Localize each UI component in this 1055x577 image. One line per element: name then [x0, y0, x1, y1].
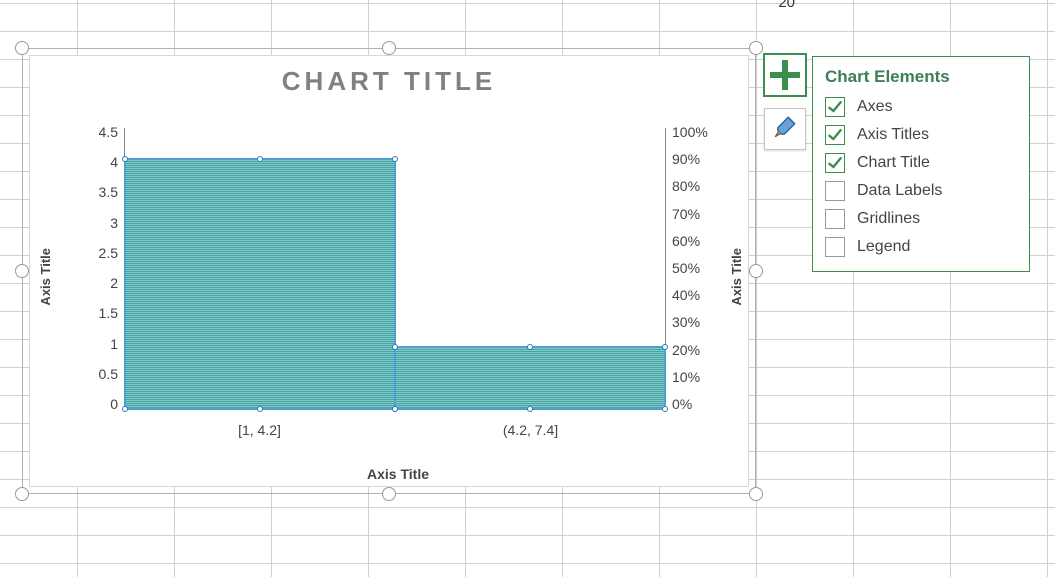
- tick-label: 1.5: [68, 305, 118, 321]
- chart-styles-button[interactable]: [764, 108, 806, 150]
- tick-label: 3: [68, 215, 118, 231]
- tick-label: 1: [68, 336, 118, 352]
- resize-handle[interactable]: [15, 41, 29, 55]
- chart-element-option[interactable]: Axis Titles: [823, 121, 1019, 149]
- tick-label: (4.2, 7.4]: [395, 422, 666, 438]
- resize-handle[interactable]: [749, 41, 763, 55]
- tick-label: 50%: [672, 260, 728, 276]
- option-label: Axes: [857, 98, 893, 116]
- tick-label: 0.5: [68, 366, 118, 382]
- resize-handle[interactable]: [15, 487, 29, 501]
- tick-label: 60%: [672, 233, 728, 249]
- option-label: Legend: [857, 238, 910, 256]
- plot-area[interactable]: [124, 128, 666, 410]
- bar[interactable]: [125, 159, 395, 409]
- checkbox-unchecked-icon[interactable]: [825, 237, 845, 257]
- popover-title: Chart Elements: [813, 57, 1029, 91]
- tick-label: [1, 4.2]: [124, 422, 395, 438]
- chart-elements-button[interactable]: [764, 54, 806, 96]
- checkbox-unchecked-icon[interactable]: [825, 181, 845, 201]
- chart-element-option[interactable]: Chart Title: [823, 149, 1019, 177]
- tick-label: 30%: [672, 314, 728, 330]
- chart-element-option[interactable]: Gridlines: [823, 205, 1019, 233]
- resize-handle[interactable]: [749, 264, 763, 278]
- tick-label: 100%: [672, 124, 728, 140]
- plus-icon: [770, 60, 800, 90]
- tick-label: 4: [68, 154, 118, 170]
- resize-handle[interactable]: [382, 41, 396, 55]
- checkbox-checked-icon[interactable]: [825, 153, 845, 173]
- option-label: Chart Title: [857, 154, 930, 172]
- chart-canvas[interactable]: CHART TITLE Axis Title Axis Title 4.5 4 …: [29, 55, 749, 487]
- option-label: Gridlines: [857, 210, 920, 228]
- option-label: Data Labels: [857, 182, 942, 200]
- chart-element-option[interactable]: Data Labels: [823, 177, 1019, 205]
- checkbox-unchecked-icon[interactable]: [825, 209, 845, 229]
- chart-element-option[interactable]: Axes: [823, 93, 1019, 121]
- cell-value: 20: [723, 0, 795, 11]
- checkbox-checked-icon[interactable]: [825, 97, 845, 117]
- x-axis-ticks: [1, 4.2] (4.2, 7.4]: [124, 422, 666, 438]
- y-axis-ticks-left: 4.5 4 3.5 3 2.5 2 1.5 1 0.5 0: [68, 124, 118, 412]
- y-axis-title-left[interactable]: Axis Title: [38, 248, 53, 306]
- tick-label: 20%: [672, 342, 728, 358]
- y-axis-ticks-right: 100% 90% 80% 70% 60% 50% 40% 30% 20% 10%…: [672, 124, 728, 412]
- plot-area-wrap: Axis Title Axis Title 4.5 4 3.5 3 2.5 2 …: [68, 118, 728, 442]
- tick-label: 3.5: [68, 184, 118, 200]
- chart-object[interactable]: CHART TITLE Axis Title Axis Title 4.5 4 …: [22, 48, 756, 494]
- tick-label: 70%: [672, 206, 728, 222]
- resize-handle[interactable]: [382, 487, 396, 501]
- tick-label: 90%: [672, 151, 728, 167]
- bar[interactable]: [395, 347, 665, 409]
- checkbox-checked-icon[interactable]: [825, 125, 845, 145]
- chart-title[interactable]: CHART TITLE: [30, 66, 748, 97]
- popover-items: Axes Axis Titles Chart Title Data Labels Gri…: [813, 91, 1029, 271]
- tick-label: 40%: [672, 287, 728, 303]
- tick-label: 4.5: [68, 124, 118, 140]
- x-axis-title[interactable]: Axis Title: [68, 466, 728, 482]
- tick-label: 80%: [672, 178, 728, 194]
- series-bars[interactable]: [125, 128, 665, 409]
- chart-element-option[interactable]: Legend: [823, 233, 1019, 261]
- resize-handle[interactable]: [15, 264, 29, 278]
- resize-handle[interactable]: [749, 487, 763, 501]
- tick-label: 0: [68, 396, 118, 412]
- tick-label: 0%: [672, 396, 728, 412]
- y-axis-title-right[interactable]: Axis Title: [729, 248, 744, 306]
- option-label: Axis Titles: [857, 126, 929, 144]
- tick-label: 2.5: [68, 245, 118, 261]
- paintbrush-icon: [772, 114, 798, 145]
- tick-label: 10%: [672, 369, 728, 385]
- chart-elements-popover[interactable]: Chart Elements Axes Axis Titles Chart Titl…: [812, 56, 1030, 272]
- tick-label: 2: [68, 275, 118, 291]
